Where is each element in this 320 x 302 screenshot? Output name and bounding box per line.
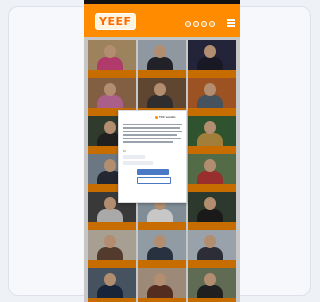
instagram-icon[interactable]	[201, 21, 207, 27]
consent-description	[123, 124, 182, 147]
cookie-consent-dialog: TCF vendor ⊡	[118, 110, 187, 203]
facebook-icon[interactable]	[185, 21, 191, 27]
social-icons	[185, 21, 215, 28]
consent-option[interactable]	[123, 161, 153, 165]
consent-brand: TCF vendor	[155, 115, 176, 119]
accept-button[interactable]	[137, 169, 169, 175]
consent-option[interactable]	[123, 155, 145, 159]
consent-section-label: ⊡	[123, 149, 126, 153]
phone-screen: YEEF TCF vendor ⊡	[84, 0, 240, 302]
twitter-icon[interactable]	[193, 21, 199, 27]
app-header: YEEF	[84, 4, 240, 37]
hamburger-menu-icon[interactable]	[227, 19, 235, 27]
brand-dot-icon	[155, 115, 158, 119]
youtube-icon[interactable]	[209, 21, 215, 27]
consent-brand-text: TCF vendor	[159, 115, 176, 119]
site-logo[interactable]: YEEF	[95, 13, 136, 30]
reject-button[interactable]	[137, 177, 171, 184]
